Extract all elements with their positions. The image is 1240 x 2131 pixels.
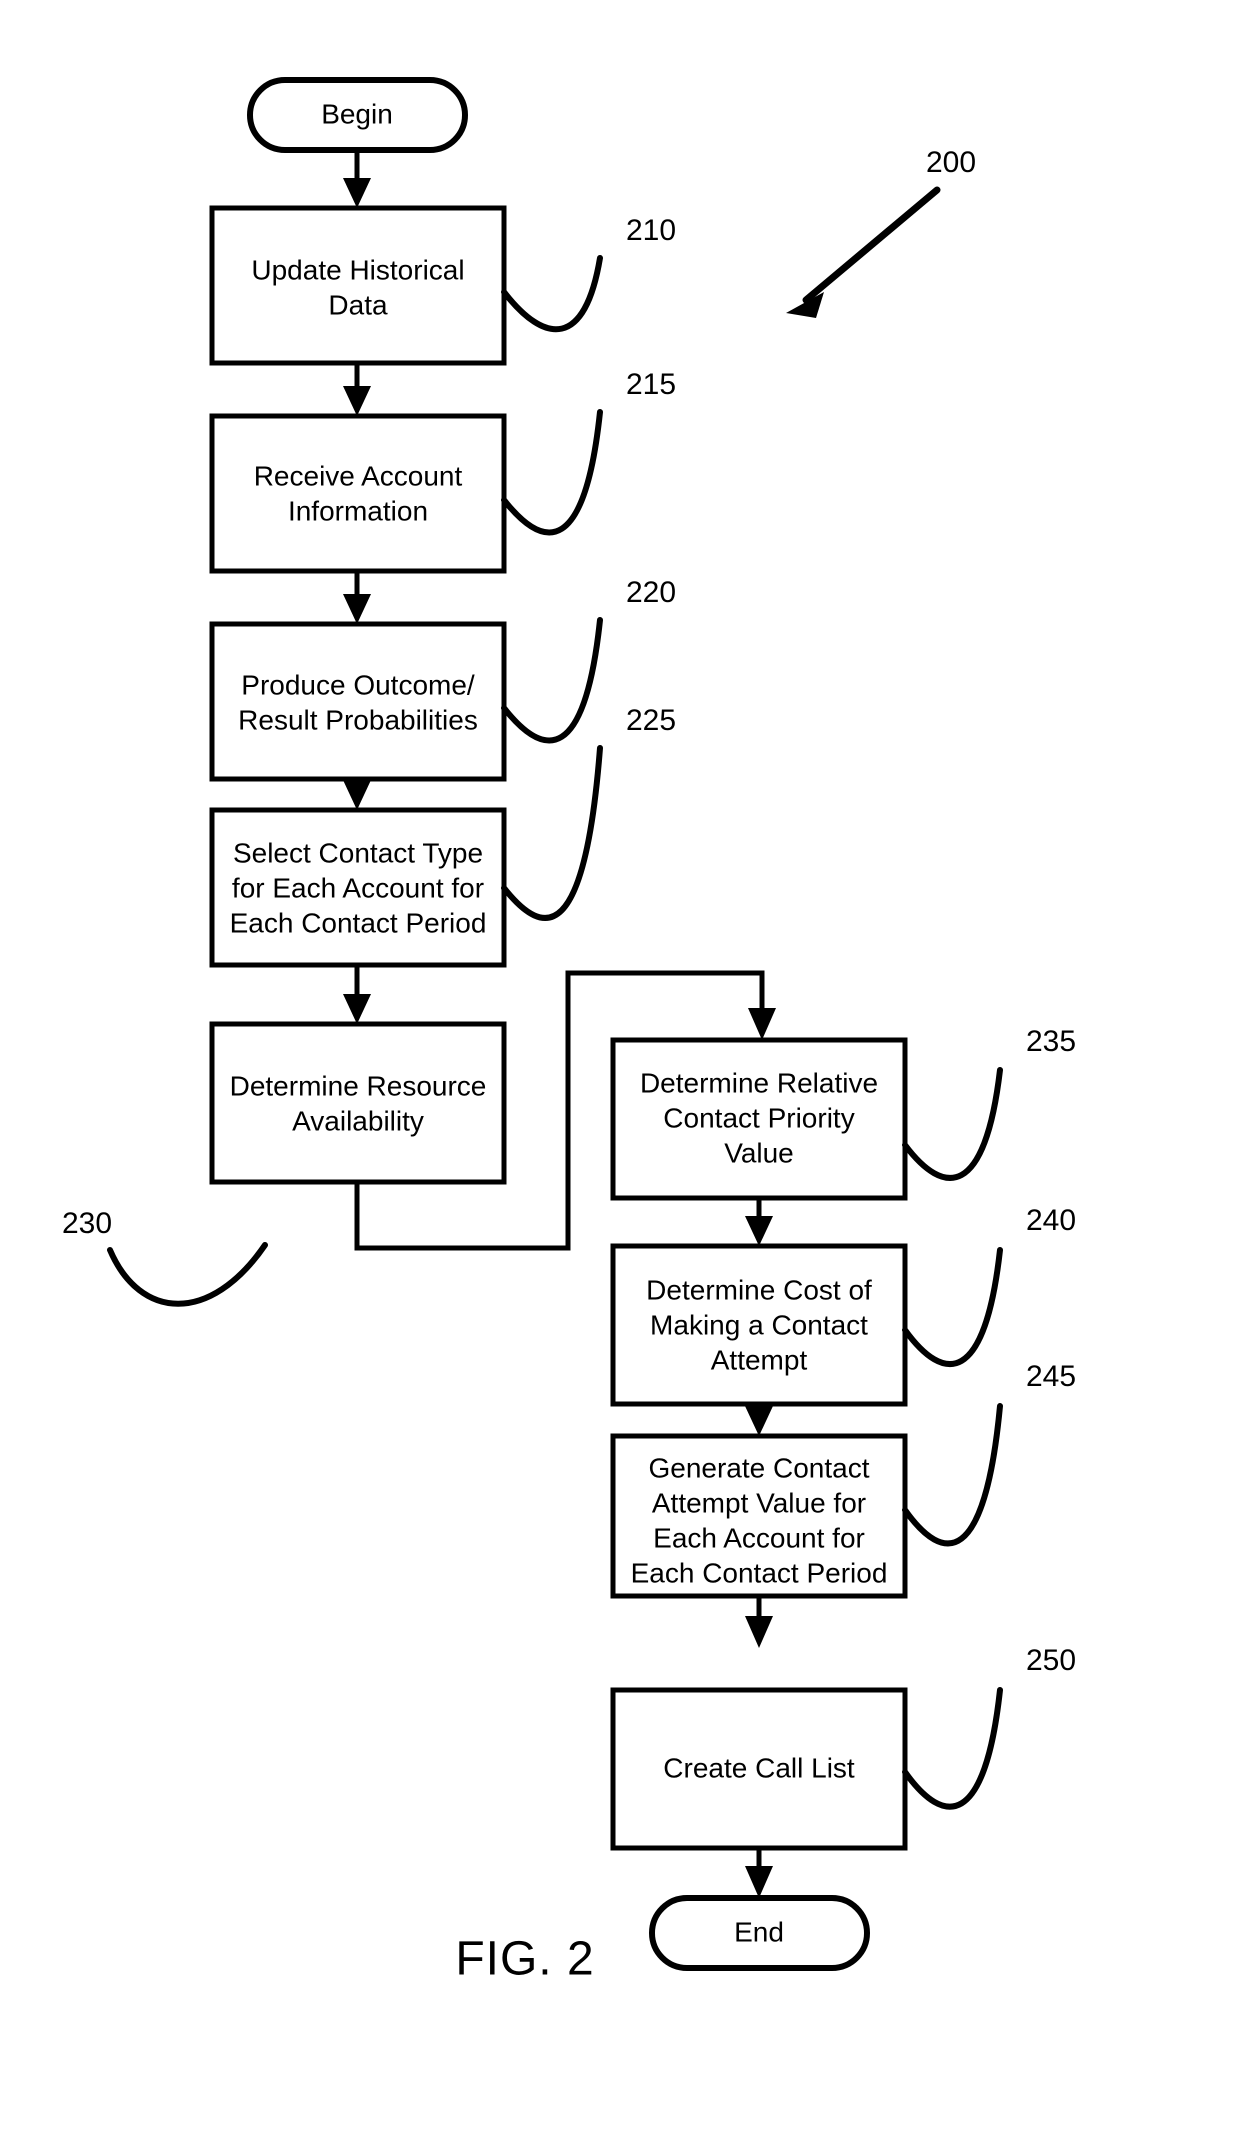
process-generate-contact-attempt-value-line-3: Each Account for	[653, 1522, 865, 1553]
ref-label-230: 230	[62, 1207, 112, 1240]
connector-235-to-240	[745, 1198, 773, 1246]
process-produce-outcome-result-probabilities[interactable]: Produce Outcome/ Result Probabilities	[209, 621, 507, 782]
ref-label-220: 220	[626, 576, 676, 609]
process-select-contact-type-line-3: Each Contact Period	[230, 907, 487, 938]
process-generate-contact-attempt-value[interactable]: Generate Contact Attempt Value for Each …	[610, 1433, 908, 1599]
ref-callout-215: 215	[501, 368, 676, 536]
ref-callout-245: 245	[902, 1360, 1076, 1547]
ref-label-225: 225	[626, 704, 676, 737]
process-determine-relative-contact-priority-value-line-3: Value	[724, 1137, 794, 1168]
process-receive-account-information-line-1: Receive Account	[254, 460, 463, 491]
ref-callout-200: 200	[786, 146, 976, 318]
process-create-call-list[interactable]: Create Call List	[610, 1687, 908, 1851]
ref-callout-250: 250	[902, 1644, 1076, 1810]
process-generate-contact-attempt-value-line-1: Generate Contact	[648, 1452, 869, 1483]
patent-figure-page: Begin Update Historical Data 210 Receive…	[0, 0, 1240, 2131]
process-update-historical-data-line-1: Update Historical	[251, 254, 464, 285]
process-produce-outcome-result-probabilities-shape[interactable]	[209, 621, 507, 782]
connector-220-to-225	[343, 779, 371, 810]
ref-callout-240: 240	[902, 1204, 1076, 1368]
connector-begin-to-210	[343, 150, 371, 208]
ref-callout-235: 235	[902, 1025, 1076, 1181]
process-generate-contact-attempt-value-line-4: Each Contact Period	[631, 1557, 888, 1588]
ref-label-210: 210	[626, 214, 676, 247]
flowchart-canvas: Begin Update Historical Data 210 Receive…	[62, 77, 1076, 1986]
connector-240-to-245	[745, 1404, 773, 1436]
process-select-contact-type[interactable]: Select Contact Type for Each Account for…	[209, 807, 507, 968]
ref-label-235: 235	[1026, 1025, 1076, 1058]
process-produce-outcome-result-probabilities-line-2: Result Probabilities	[238, 704, 478, 735]
process-update-historical-data-shape[interactable]	[209, 205, 507, 366]
process-determine-resource-availability[interactable]: Determine Resource Availability	[209, 1021, 507, 1185]
process-determine-resource-availability-line-2: Availability	[292, 1105, 424, 1136]
process-determine-cost-of-making-a-contact-attempt-line-1: Determine Cost of	[646, 1274, 872, 1305]
process-select-contact-type-line-1: Select Contact Type	[233, 837, 483, 868]
terminator-begin-label: Begin	[321, 98, 393, 129]
ref-callout-210: 210	[501, 214, 676, 333]
ref-label-215: 215	[626, 368, 676, 401]
connector-215-to-220	[343, 571, 371, 624]
process-determine-relative-contact-priority-value-line-2: Contact Priority	[663, 1102, 854, 1133]
terminator-end-label: End	[734, 1916, 784, 1947]
process-determine-resource-availability-shape[interactable]	[209, 1021, 507, 1185]
ref-label-240: 240	[1026, 1204, 1076, 1237]
connector-250-to-end	[745, 1848, 773, 1898]
process-determine-resource-availability-line-1: Determine Resource	[230, 1070, 487, 1101]
process-determine-relative-contact-priority-value-line-1: Determine Relative	[640, 1067, 878, 1098]
terminator-begin: Begin	[247, 77, 468, 153]
ref-label-250: 250	[1026, 1644, 1076, 1677]
ref-label-245: 245	[1026, 1360, 1076, 1393]
figure-caption: FIG. 2	[455, 1933, 594, 1986]
process-select-contact-type-line-2: for Each Account for	[232, 872, 484, 903]
process-receive-account-information[interactable]: Receive Account Information	[209, 413, 507, 574]
process-update-historical-data[interactable]: Update Historical Data	[209, 205, 507, 366]
process-generate-contact-attempt-value-line-2: Attempt Value for	[652, 1487, 866, 1518]
ref-callout-230: 230	[62, 1207, 268, 1307]
connector-245-to-250	[745, 1596, 773, 1648]
process-determine-cost-of-making-a-contact-attempt-line-2: Making a Contact	[650, 1309, 868, 1340]
process-produce-outcome-result-probabilities-line-1: Produce Outcome/	[241, 669, 475, 700]
process-determine-cost-of-making-a-contact-attempt-line-3: Attempt	[711, 1344, 808, 1375]
process-determine-relative-contact-priority-value[interactable]: Determine Relative Contact Priority Valu…	[610, 1037, 908, 1201]
process-update-historical-data-line-2: Data	[328, 289, 388, 320]
process-receive-account-information-line-2: Information	[288, 495, 428, 526]
process-create-call-list-line-1: Create Call List	[663, 1752, 855, 1783]
process-determine-cost-of-making-a-contact-attempt[interactable]: Determine Cost of Making a Contact Attem…	[610, 1243, 908, 1407]
connector-225-to-230	[343, 965, 371, 1024]
connector-210-to-215	[343, 363, 371, 416]
terminator-end: End	[649, 1895, 870, 1971]
ref-label-200: 200	[926, 146, 976, 179]
process-receive-account-information-shape[interactable]	[209, 413, 507, 574]
